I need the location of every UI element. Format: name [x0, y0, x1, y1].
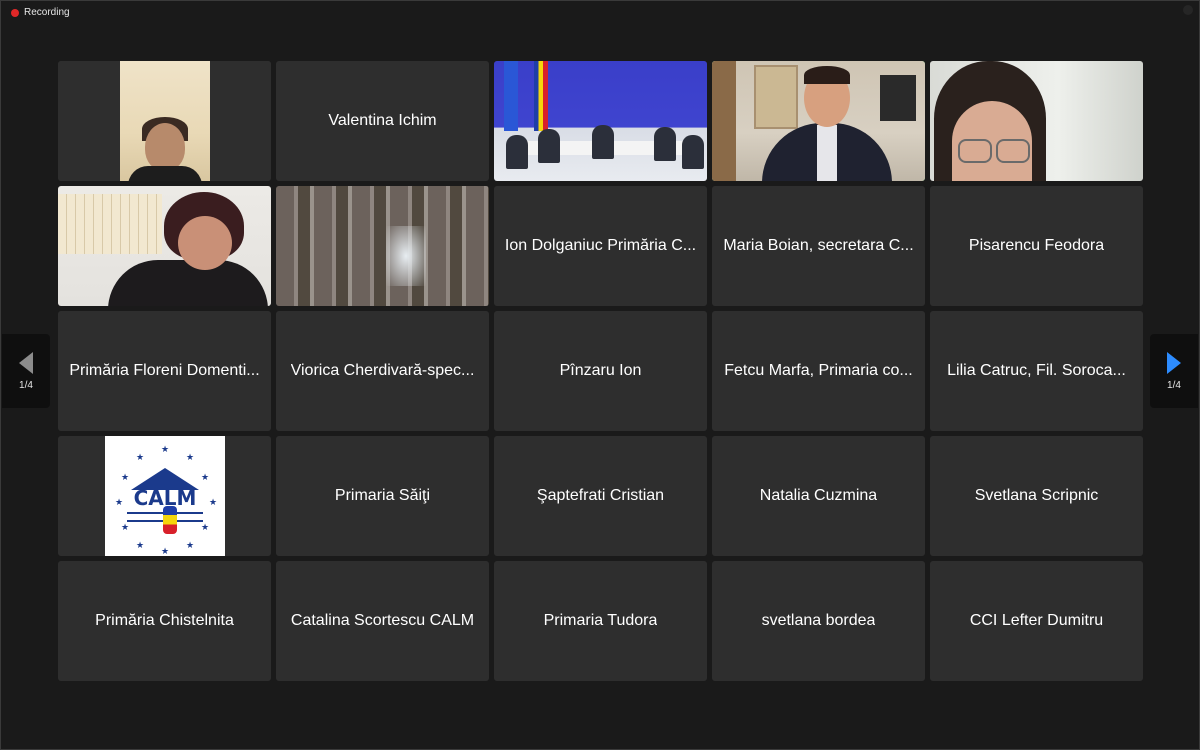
recording-label: Recording — [24, 7, 70, 18]
window-control-icon[interactable] — [1183, 5, 1193, 15]
participant-name: Primaria Săiţi — [334, 487, 431, 504]
next-page-button[interactable]: 1/4 — [1150, 334, 1198, 408]
participant-video — [58, 186, 271, 306]
participant-tile[interactable] — [276, 186, 489, 306]
participant-tile[interactable]: Lilia Catruc, Fil. Soroca... — [930, 311, 1143, 431]
participant-video — [276, 186, 489, 306]
participant-tile[interactable]: Svetlana Scripnic — [930, 436, 1143, 556]
page-indicator: 1/4 — [19, 379, 33, 391]
arrow-left-icon — [19, 351, 33, 374]
participant-name: Lilia Catruc, Fil. Soroca... — [947, 362, 1126, 379]
participant-tile[interactable]: Maria Boian, secretara C... — [712, 186, 925, 306]
participant-tile[interactable]: Valentina Ichim — [276, 61, 489, 181]
participant-name: Maria Boian, secretara C... — [723, 237, 914, 254]
arrow-right-icon — [1167, 351, 1181, 374]
previous-page-button[interactable]: 1/4 — [2, 334, 50, 408]
recording-indicator[interactable]: Recording — [11, 7, 70, 18]
participant-name: Valentina Ichim — [328, 112, 437, 129]
participant-video — [712, 61, 925, 181]
gallery-grid: Valentina Ichim Ion Dolganiuc Primăria C… — [58, 61, 1143, 681]
participant-tile[interactable]: Primaria Tudora — [494, 561, 707, 681]
page-indicator: 1/4 — [1167, 379, 1181, 391]
participant-tile[interactable]: CCI Lefter Dumitru — [930, 561, 1143, 681]
participant-name: Şaptefrati Cristian — [536, 487, 665, 504]
participant-video — [58, 61, 271, 181]
participant-tile[interactable] — [58, 61, 271, 181]
participant-tile[interactable]: Pisarencu Feodora — [930, 186, 1143, 306]
participant-name: Viorica Cherdivară-spec... — [290, 362, 475, 379]
participant-tile[interactable]: svetlana bordea — [712, 561, 925, 681]
participant-name: Primăria Floreni Domenti... — [69, 362, 260, 379]
participant-name: Pînzaru Ion — [559, 362, 642, 379]
participant-tile[interactable]: Fetcu Marfa, Primaria co... — [712, 311, 925, 431]
participant-tile[interactable]: Natalia Cuzmina — [712, 436, 925, 556]
participant-name: Natalia Cuzmina — [759, 487, 878, 504]
participant-name: Catalina Scortescu CALM — [290, 612, 475, 629]
participant-name: Primăria Chistelnita — [95, 612, 234, 629]
zoom-meeting-window: Recording 1/4 1/4 Valentina Ichim Ion Do… — [0, 0, 1200, 750]
participant-name: svetlana bordea — [761, 612, 876, 629]
participant-tile[interactable]: Viorica Cherdivară-spec... — [276, 311, 489, 431]
participant-video — [930, 61, 1143, 181]
participant-name: Primaria Tudora — [543, 612, 658, 629]
participant-tile[interactable]: Catalina Scortescu CALM — [276, 561, 489, 681]
participant-name: Svetlana Scripnic — [974, 487, 1099, 504]
record-dot-icon — [11, 8, 19, 17]
calm-logo: ★ ★ ★ ★ ★ ★ ★ ★ ★ ★ ★ ★ CALM — [105, 436, 225, 556]
participant-tile[interactable]: ★ ★ ★ ★ ★ ★ ★ ★ ★ ★ ★ ★ CALM — [58, 436, 271, 556]
active-speaker-tile[interactable] — [712, 61, 925, 181]
participant-tile[interactable] — [58, 186, 271, 306]
participant-tile[interactable]: Primăria Floreni Domenti... — [58, 311, 271, 431]
participant-tile[interactable]: Ion Dolganiuc Primăria C... — [494, 186, 707, 306]
participant-video — [494, 61, 707, 181]
participant-tile[interactable]: Pînzaru Ion — [494, 311, 707, 431]
participant-tile[interactable]: Primăria Chistelnita — [58, 561, 271, 681]
participant-tile[interactable] — [930, 61, 1143, 181]
participant-name: CCI Lefter Dumitru — [969, 612, 1104, 629]
participant-name: Ion Dolganiuc Primăria C... — [504, 237, 697, 254]
participant-tile[interactable]: Primaria Săiţi — [276, 436, 489, 556]
participant-name: Pisarencu Feodora — [968, 237, 1105, 254]
participant-name: Fetcu Marfa, Primaria co... — [724, 362, 913, 379]
participant-tile[interactable]: Şaptefrati Cristian — [494, 436, 707, 556]
moldova-map-icon — [163, 506, 177, 534]
participant-tile[interactable] — [494, 61, 707, 181]
